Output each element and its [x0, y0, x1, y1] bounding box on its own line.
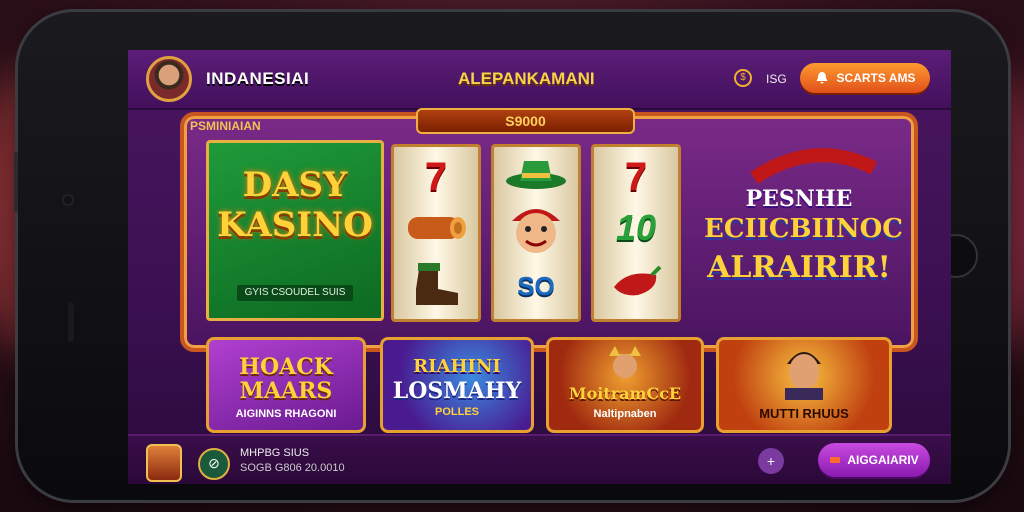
bottom-bar: ⊘ MHPBG SIUS SOGB G806 20.0010 + AIGGAIA… — [128, 434, 951, 484]
boot-symbol — [416, 263, 458, 305]
footer-text-1: MHPBG SIUS — [240, 447, 310, 459]
phone-frame: INDANESIAI ALEPANKAMANI $ ISG SCARTS AMS… — [14, 12, 1008, 500]
reel-1: 7 — [391, 144, 481, 322]
game-card-subtitle: AIGINNS RHAGONI — [235, 408, 337, 420]
start-button-label: SCARTS AMS — [836, 71, 916, 85]
reel-2: SO — [491, 144, 581, 322]
app-title: INDANESIAI — [206, 69, 310, 88]
logo-line-2: KASINO — [217, 205, 373, 245]
game-card-2[interactable]: RIAHINI LOSMAHY POLLES — [380, 337, 534, 433]
jackpot-display: S9000 — [416, 108, 635, 134]
game-card-title-2: MAARS — [239, 378, 333, 404]
start-button[interactable]: SCARTS AMS — [800, 63, 930, 93]
logo-line-1: DASY — [242, 165, 348, 205]
side-speaker — [68, 302, 74, 342]
coin-balance: ISG — [766, 72, 787, 86]
casino-logo-panel: DASY KASINO GYIS CSOUDEL SUIS — [206, 140, 384, 321]
so-symbol: SO — [517, 271, 555, 301]
reel-3: 7 10 — [591, 144, 681, 322]
coin-icon: $ — [734, 69, 752, 87]
game-card-title-1: MoitramCcE — [568, 384, 682, 403]
game-screen: INDANESIAI ALEPANKAMANI $ ISG SCARTS AMS… — [128, 50, 951, 484]
game-card-4[interactable]: MUTTI RHUUS — [716, 337, 892, 433]
game-card-title-1: HOACK — [239, 354, 333, 380]
hat-symbol — [506, 161, 566, 189]
promo-line-2: ECIICBIINOC — [704, 214, 903, 244]
seven-symbol: 7 — [424, 155, 448, 199]
hero-portrait-icon — [785, 352, 823, 400]
profile-badge[interactable] — [146, 444, 182, 482]
ticket-icon — [830, 457, 841, 463]
game-card-subtitle: MUTTI RHUUS — [759, 406, 849, 421]
footer-text-2: SOGB G806 20.0010 — [240, 462, 345, 474]
promo-banner: PESNHE ECIICBIINOC ALRAIRIR! — [704, 148, 903, 308]
promo-line-3: ALRAIRIR! — [707, 250, 891, 285]
logo-subtitle: GYIS CSOUDEL SUIS — [237, 285, 353, 301]
machine-label: PSMINIAIAN — [190, 119, 261, 133]
volume-button — [14, 152, 18, 212]
plus-icon[interactable]: + — [758, 448, 784, 474]
top-bar: INDANESIAI ALEPANKAMANI $ ISG SCARTS AMS — [128, 50, 951, 110]
pepper-symbol — [614, 265, 662, 296]
game-card-1[interactable]: HOACK MAARS AIGINNS RHAGONI — [206, 337, 366, 433]
front-camera — [62, 194, 74, 206]
game-card-3[interactable]: MoitramCcE Naltipnaben — [546, 337, 704, 433]
face-symbol — [512, 209, 560, 253]
log-symbol — [408, 217, 466, 239]
game-card-subtitle: POLLES — [434, 406, 479, 418]
game-title: ALEPANKAMANI — [458, 69, 595, 88]
no-sign-icon[interactable]: ⊘ — [198, 448, 230, 480]
player-avatar[interactable] — [146, 56, 192, 102]
play-button[interactable]: AIGGAIARIV — [818, 443, 930, 477]
game-card-subtitle: Naltipnaben — [593, 408, 657, 420]
warrior-face-icon — [609, 346, 641, 378]
game-card-title-1: RIAHINI — [413, 356, 501, 377]
game-card-title-2: LOSMAHY — [392, 378, 522, 404]
play-button-label: AIGGAIARIV — [847, 453, 919, 467]
ten-symbol: 10 — [615, 207, 657, 248]
bell-icon — [816, 72, 828, 84]
promo-line-1: PESNHE — [745, 186, 853, 212]
ribbon-decoration — [750, 148, 878, 184]
seven-symbol: 7 — [624, 155, 648, 199]
